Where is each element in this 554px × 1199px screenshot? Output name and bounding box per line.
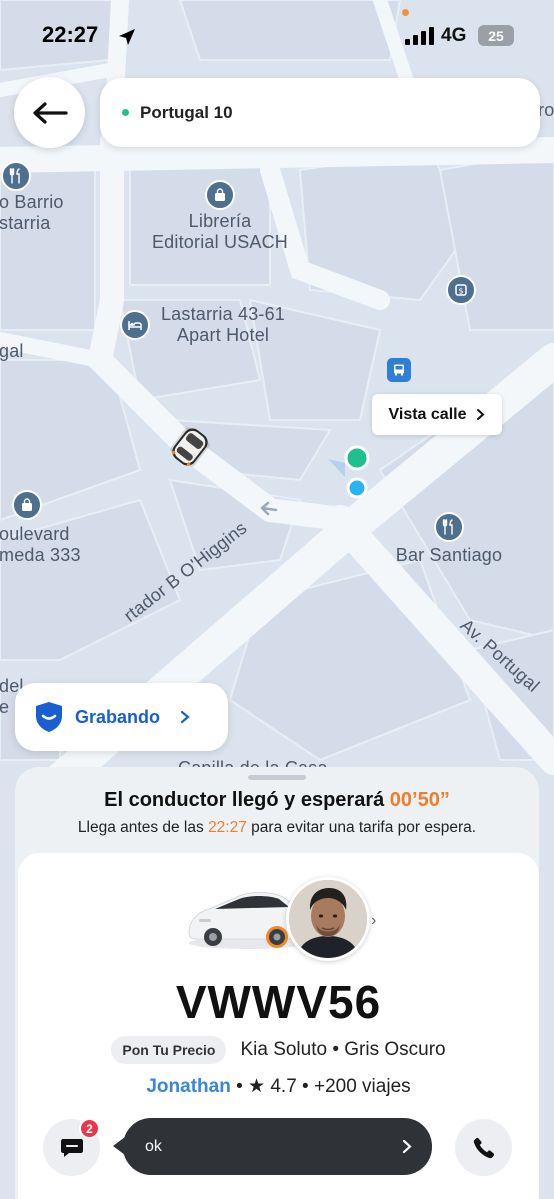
phone-icon	[473, 1137, 494, 1158]
wait-subtitle: Llega antes de las 22:27 para evitar una…	[15, 819, 539, 837]
last-message-text: ok	[145, 1137, 162, 1155]
back-button[interactable]	[14, 77, 85, 148]
last-message-bubble[interactable]: ok	[123, 1118, 432, 1175]
driver-photo-icon	[289, 880, 367, 958]
restaurant-icon[interactable]	[1, 161, 31, 191]
car-marker-icon	[170, 427, 210, 467]
vehicle-info-row: Pon Tu Precio Kia Soluto • Gris Oscuro	[18, 1036, 539, 1064]
location-arrow-icon	[119, 29, 135, 45]
unread-badge: 2	[79, 1118, 100, 1139]
signal-icon	[405, 27, 434, 45]
driver-rating: ★ 4.7	[248, 1076, 297, 1097]
restaurant-icon[interactable]	[434, 512, 464, 542]
shopping-bag-icon[interactable]	[205, 180, 235, 210]
destination-text: Portugal 10	[140, 102, 233, 122]
shopping-bag-icon[interactable]	[12, 490, 42, 520]
chevron-right-icon[interactable]: ›	[371, 912, 376, 930]
map-label-apart-hotel: Lastarria 43-61 Apart Hotel	[160, 304, 286, 345]
recording-button[interactable]: Grabando	[15, 683, 228, 751]
bus-stop-icon[interactable]	[387, 358, 411, 382]
driver-info-row: Jonathan • ★ 4.7 • +200 viajes	[18, 1075, 539, 1098]
status-bar: 22:27 4G 25	[0, 0, 554, 72]
sheet-grabber[interactable]	[248, 775, 306, 780]
map-label-gal: gal	[0, 341, 24, 361]
recording-label: Grabando	[75, 706, 161, 727]
separator: •	[236, 1076, 243, 1097]
wait-title: El conductor llegó y esperará 00’50”	[15, 789, 539, 812]
map-label-boulevard: oulevard meda 333	[0, 524, 81, 565]
clock: 22:27	[42, 22, 99, 47]
hotel-icon[interactable]	[120, 310, 150, 340]
call-button[interactable]	[455, 1119, 512, 1176]
pickup-marker-icon	[328, 445, 370, 499]
chevron-right-icon	[180, 710, 190, 724]
chat-icon	[60, 1138, 83, 1157]
driver-trips: +200 viajes	[313, 1076, 411, 1097]
license-plate: VWWV56	[175, 976, 382, 1028]
network-type: 4G	[441, 25, 467, 46]
svg-text:$: $	[458, 287, 463, 296]
street-view-button[interactable]: Vista calle	[372, 394, 502, 435]
car-model: Kia Soluto • Gris Oscuro	[240, 1039, 446, 1060]
battery-level: 25	[488, 27, 504, 44]
chevron-right-icon	[402, 1139, 412, 1154]
driver-avatar[interactable]	[286, 877, 370, 961]
map-label-libreria: Librería Editorial USACH	[151, 211, 289, 252]
map-label-edge: ro	[538, 100, 554, 120]
bank-icon[interactable]: $	[446, 275, 476, 305]
map-label-bar-santiago: Bar Santiago	[395, 545, 503, 565]
privacy-dot	[402, 9, 409, 16]
map-label-barrio: o Barrio starria	[0, 192, 64, 233]
battery-icon: 25	[478, 25, 514, 46]
destination-dot	[122, 109, 129, 116]
wait-title-text: El conductor llegó y esperará	[104, 789, 385, 811]
separator: •	[302, 1076, 309, 1097]
arrow-left-icon	[32, 101, 68, 124]
fare-tag: Pon Tu Precio	[111, 1036, 227, 1064]
wait-sub-suffix: para evitar una tarifa por espera.	[251, 819, 477, 836]
shield-icon	[36, 702, 62, 732]
street-view-label: Vista calle	[388, 405, 467, 423]
wait-sub-time: 22:27	[208, 819, 247, 836]
destination-field[interactable]: Portugal 10	[100, 78, 540, 147]
wait-sub-prefix: Llega antes de las	[77, 819, 204, 836]
wait-timer: 00’50”	[389, 789, 450, 811]
chevron-right-icon	[477, 409, 485, 420]
driver-name[interactable]: Jonathan	[146, 1076, 230, 1097]
